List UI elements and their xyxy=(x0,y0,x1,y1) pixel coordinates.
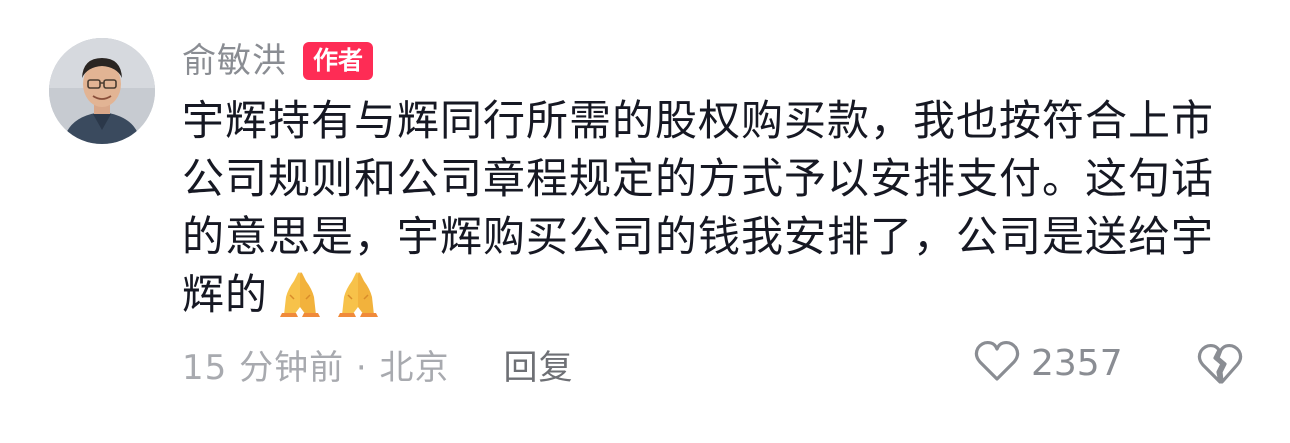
folded-hands-emoji-icon xyxy=(332,267,384,319)
comment-meta: 15 分钟前 · 北京 xyxy=(182,347,450,388)
comment-footer: 15 分钟前 · 北京 回复 xyxy=(182,338,574,390)
broken-heart-icon[interactable] xyxy=(1193,343,1247,394)
reply-button[interactable]: 回复 xyxy=(504,340,574,389)
like-count: 2357 xyxy=(1031,342,1123,384)
author-row: 俞敏洪 作者 xyxy=(182,38,374,84)
like-button[interactable]: 2357 xyxy=(973,336,1123,390)
author-name[interactable]: 俞敏洪 xyxy=(182,38,287,84)
dislike-button[interactable] xyxy=(1193,336,1247,390)
author-badge: 作者 xyxy=(303,42,374,80)
author-avatar[interactable] xyxy=(49,38,155,144)
folded-hands-emoji-icon xyxy=(274,267,326,319)
heart-outline-icon[interactable] xyxy=(973,339,1021,387)
comment-item: 俞敏洪 作者 宇辉持有与辉同行所需的股权购买款，我也按符合上市公司规则和公司章程… xyxy=(0,0,1290,443)
comment-text: 宇辉持有与辉同行所需的股权购买款，我也按符合上市公司规则和公司章程规定的方式予以… xyxy=(182,92,1242,324)
